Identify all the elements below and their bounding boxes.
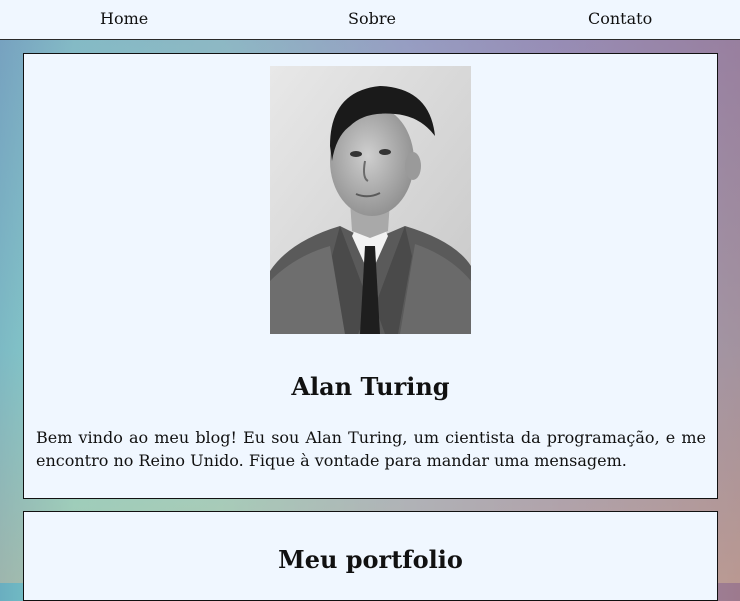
portfolio-title: Meu portfolio xyxy=(278,545,463,574)
nav-contato-link[interactable]: Contato xyxy=(588,9,652,28)
portfolio-card: Meu portfolio xyxy=(23,511,718,601)
profile-card: Alan Turing Bem vindo ao meu blog! Eu so… xyxy=(23,53,718,499)
profile-name: Alan Turing xyxy=(291,372,450,401)
nav-sobre-link[interactable]: Sobre xyxy=(348,9,396,28)
profile-bio: Bem vindo ao meu blog! Eu sou Alan Turin… xyxy=(36,428,706,470)
nav-home-link[interactable]: Home xyxy=(100,9,148,28)
profile-photo xyxy=(270,66,471,334)
top-navigation: Home Sobre Contato xyxy=(0,0,740,40)
portrait-image xyxy=(270,66,471,334)
